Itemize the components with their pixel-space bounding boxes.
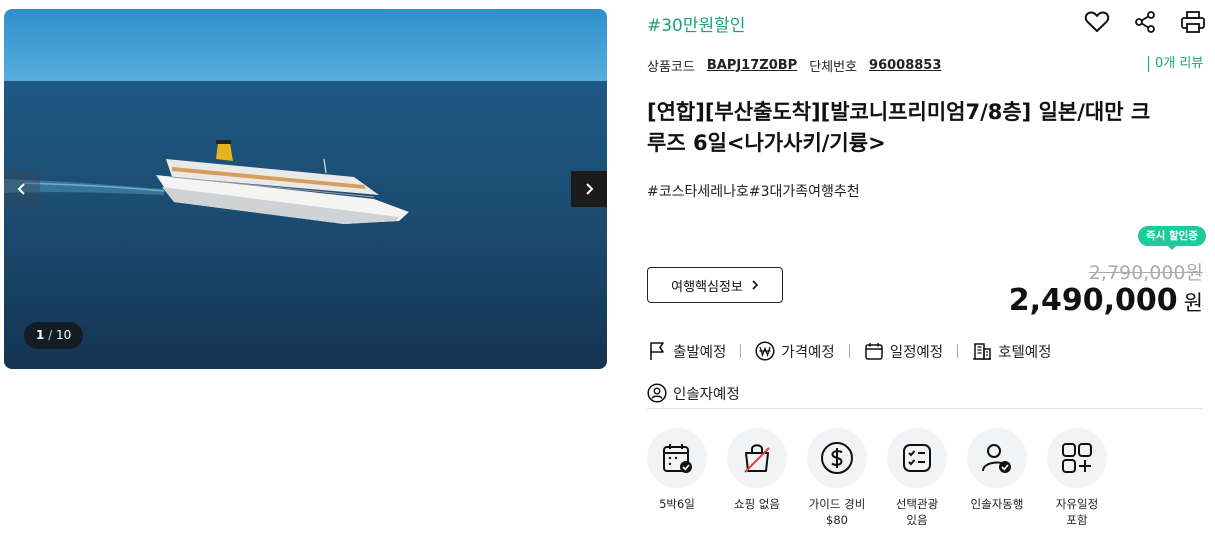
action-icons <box>1083 9 1207 35</box>
feature-free-schedule: 자유일정 포함 <box>1047 428 1107 528</box>
feature-optional-tour: 선택관광 있음 <box>887 428 947 528</box>
schedule-departure[interactable]: 출발예정 <box>647 340 726 362</box>
group-no[interactable]: 96008853 <box>869 58 941 73</box>
schedule-itinerary[interactable]: 일정예정 <box>864 340 943 362</box>
counter-current: 1 <box>36 328 45 342</box>
hotel-icon <box>972 341 992 361</box>
divider <box>957 344 959 358</box>
feature-duration: 5박6일 <box>647 428 707 528</box>
review-count-link[interactable]: 0개 리뷰 <box>1148 56 1203 72</box>
feature-optional-tour-label: 선택관광 있음 <box>895 497 939 527</box>
divider <box>740 344 742 358</box>
product-codes: 상품코드 BAPJ17Z0BP 단체번호 96008853 <box>647 56 953 75</box>
schedule-itinerary-label: 일정예정 <box>889 344 944 361</box>
product-code[interactable]: BAPJ17Z0BP <box>707 58 797 73</box>
promo-tag: #30만원할인 <box>647 16 746 36</box>
print-icon[interactable] <box>1179 9 1207 35</box>
calendar-icon <box>864 341 884 361</box>
flag-icon <box>647 341 667 361</box>
chevron-left-icon <box>17 183 25 195</box>
travel-info-label: 여행핵심정보 <box>671 279 743 295</box>
price-unit: 원 <box>1183 291 1203 315</box>
dollar-icon <box>821 442 853 474</box>
prev-image-button[interactable] <box>4 171 40 207</box>
heart-icon[interactable] <box>1083 9 1111 35</box>
schedule-price-label: 가격예정 <box>781 344 835 361</box>
won-icon <box>755 341 775 361</box>
share-icon[interactable] <box>1131 9 1159 35</box>
schedule-price[interactable]: 가격예정 <box>755 340 835 362</box>
product-title: [연합][부산출도착][발코니프리미엄7/8층] 일본/대만 크루즈 6일<나가… <box>647 100 1151 155</box>
group-no-label: 단체번호 <box>809 60 858 75</box>
feature-tour-guide: 인솔자동행 <box>967 428 1027 528</box>
feature-shopping: 쇼핑 없음 <box>727 428 787 528</box>
schedule-status: 출발예정 가격예정 일정예정 호텔예정 인솔자예정 <box>647 340 1203 404</box>
schedule-departure-label: 출발예정 <box>673 344 727 361</box>
feature-duration-label: 5박6일 <box>659 497 695 511</box>
divider <box>848 344 850 358</box>
travel-info-button[interactable]: 여행핵심정보 <box>647 267 783 303</box>
schedule-hotel[interactable]: 호텔예정 <box>972 340 1052 362</box>
price-amount: 2,490,000 <box>1008 283 1178 318</box>
feature-guide-fee-label: 가이드 경비 $80 <box>808 497 866 527</box>
discount-badge: 즉시 할인중 <box>1138 226 1206 250</box>
next-image-button[interactable] <box>571 171 607 207</box>
feature-tour-guide-label: 인솔자동행 <box>970 497 1024 511</box>
checklist-icon <box>903 444 931 472</box>
schedule-guide-label: 인솔자예정 <box>673 386 740 403</box>
schedule-guide[interactable]: 인솔자예정 <box>647 382 740 404</box>
feature-guide-fee: 가이드 경비 $80 <box>807 428 867 528</box>
original-price: 2,790,000원 <box>1088 262 1203 284</box>
guide-icon <box>982 444 1011 473</box>
chevron-right-icon <box>752 280 759 290</box>
counter-total: 10 <box>56 328 72 342</box>
chevron-right-icon <box>586 183 594 195</box>
feature-free-schedule-label: 자유일정 포함 <box>1055 497 1099 527</box>
feature-list: 5박6일 쇼핑 없음 가이드 경비 $80 선택관광 있음 인솔자동행 자유일정… <box>647 428 1107 528</box>
image-counter: 1 / 10 <box>24 322 84 349</box>
schedule-hotel-label: 호텔예정 <box>998 344 1052 361</box>
grid-plus-icon <box>1062 443 1092 473</box>
feature-shopping-label: 쇼핑 없음 <box>734 497 780 511</box>
image-gallery[interactable]: 1 / 10 <box>4 9 607 369</box>
cruise-ship-photo <box>4 9 607 369</box>
calendar-check-icon <box>663 444 692 473</box>
person-icon <box>647 383 667 403</box>
sale-price: 2,490,000 원 <box>1009 283 1203 318</box>
hashtags: #코스타세레나호#3대가족여행추천 <box>647 184 860 200</box>
product-code-label: 상품코드 <box>647 60 695 75</box>
no-shopping-icon <box>744 444 770 473</box>
section-divider <box>647 408 1203 409</box>
